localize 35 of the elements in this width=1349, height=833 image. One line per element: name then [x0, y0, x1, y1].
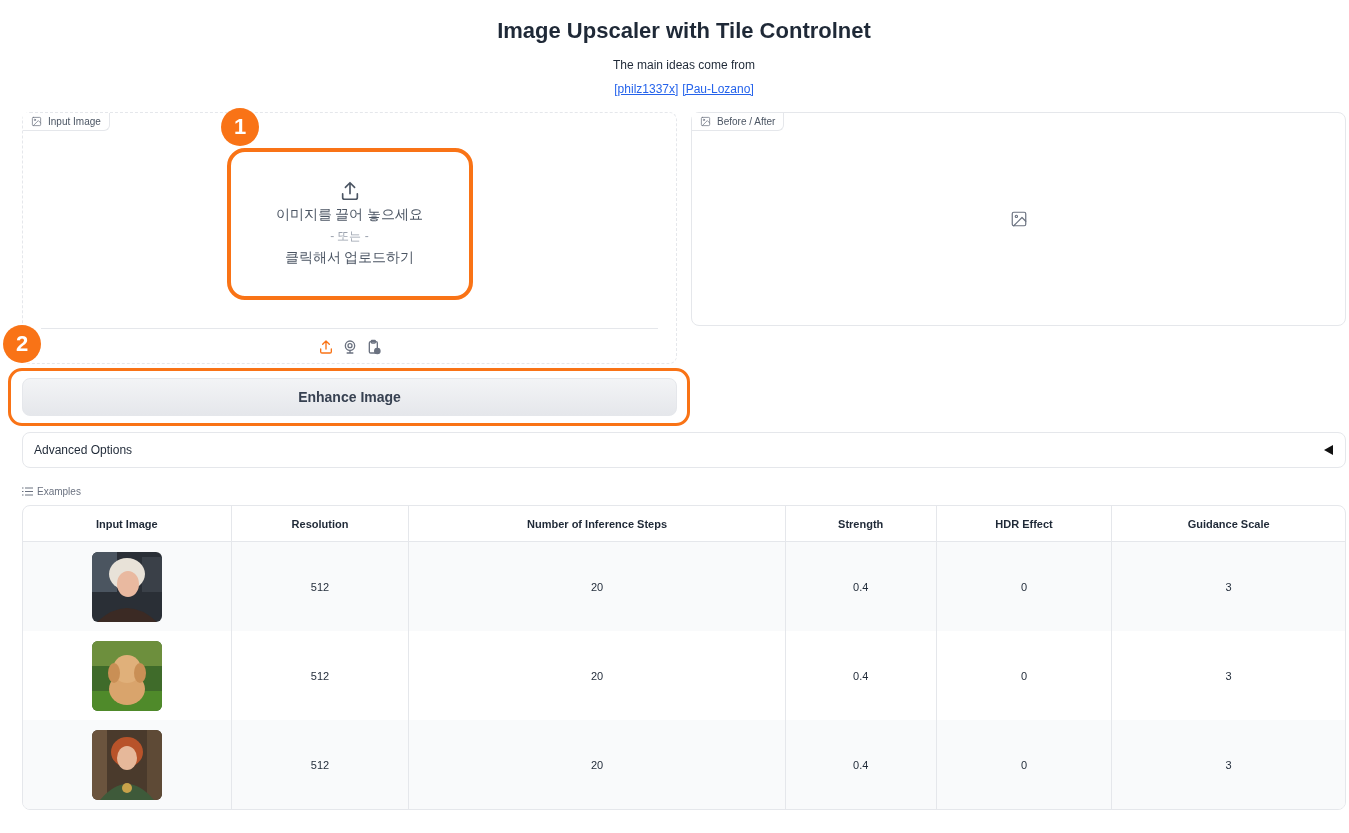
- or-text: - 또는 -: [330, 228, 369, 245]
- source-link[interactable]: [Pau-Lozano]: [682, 82, 754, 96]
- upload-dropzone[interactable]: 이미지를 끌어 놓으세요 - 또는 - 클릭해서 업로드하기: [226, 147, 473, 300]
- examples-label: Examples: [37, 486, 81, 497]
- advanced-options-accordion[interactable]: Advanced Options: [22, 432, 1346, 468]
- label-text: Input Image: [48, 116, 101, 127]
- image-icon: [31, 116, 42, 127]
- label-text: Before / After: [717, 116, 776, 127]
- table-cell: 3: [1112, 720, 1345, 809]
- step-badge: 1: [221, 108, 259, 146]
- upload-icon[interactable]: [317, 339, 334, 355]
- image-placeholder-icon: [1009, 210, 1028, 228]
- caret-icon: [1324, 445, 1333, 455]
- table-cell: 3: [1112, 542, 1345, 631]
- enhance-button[interactable]: Enhance Image: [22, 378, 677, 416]
- table-cell: 0: [936, 720, 1113, 809]
- drop-text: 이미지를 끌어 놓으세요: [275, 206, 424, 224]
- example-row[interactable]: 512 20 0.4 0 3: [23, 542, 1345, 631]
- step-badge: 2: [3, 325, 41, 363]
- table-cell: 0: [936, 542, 1113, 631]
- source-link[interactable]: [philz1337x]: [614, 82, 679, 96]
- example-row[interactable]: 512 20 0.4 0 3: [23, 720, 1345, 809]
- table-cell: 512: [231, 542, 410, 631]
- table-cell: 20: [409, 720, 786, 809]
- table-cell: 0.4: [785, 542, 937, 631]
- table-cell: 512: [231, 720, 410, 809]
- table-cell-text: 3: [1224, 668, 1233, 684]
- list-icon: [22, 487, 33, 496]
- table-cell: 20: [409, 542, 786, 631]
- table-cell: 0.4: [785, 720, 937, 809]
- image-icon: [700, 116, 711, 127]
- accordion-label: Advanced Options: [34, 443, 133, 457]
- page-title: Image Upscaler with Tile Controlnet: [497, 18, 871, 44]
- click-text: 클릭해서 업로드하기: [284, 249, 415, 267]
- subtitle: The main ideas come from: [612, 58, 756, 72]
